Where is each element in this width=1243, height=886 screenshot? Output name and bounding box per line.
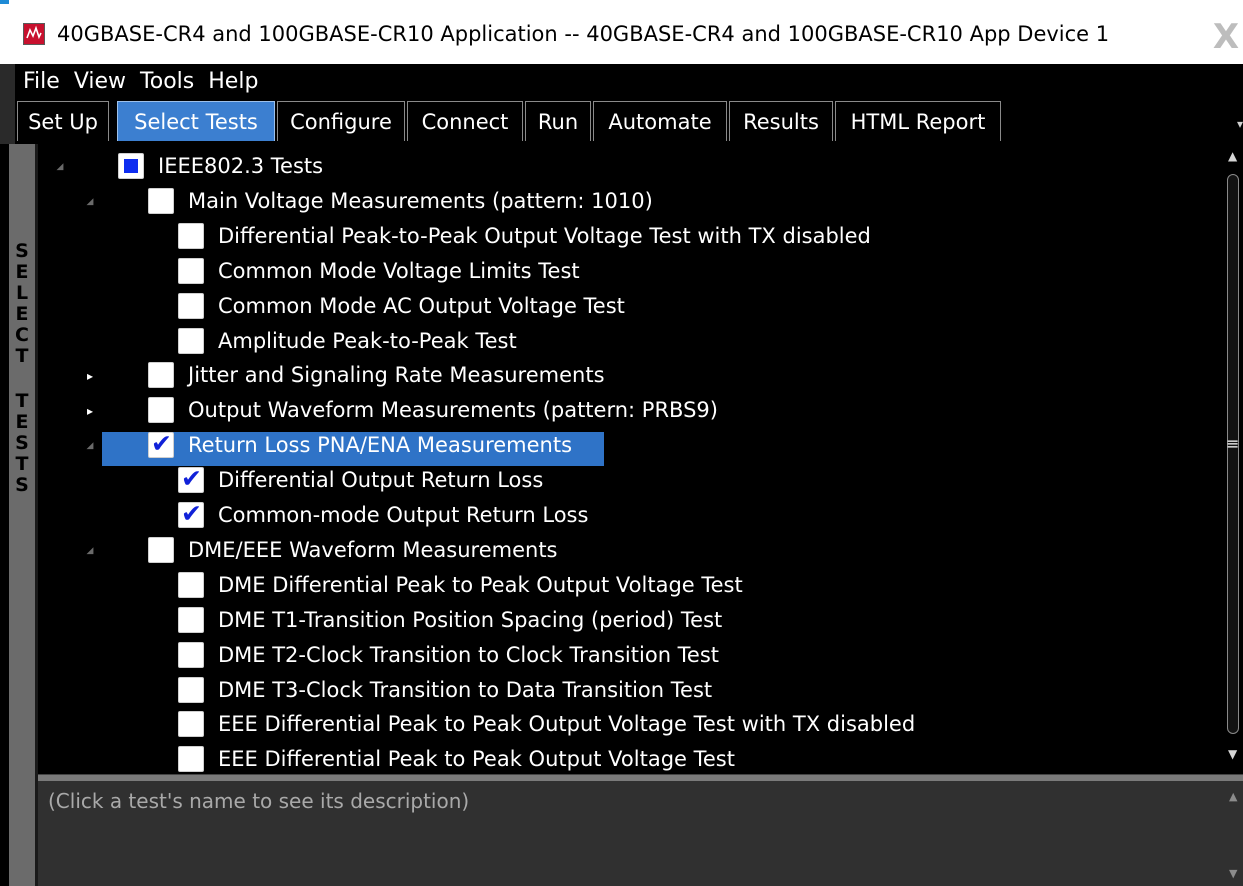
tree-item[interactable]: ▸ Output Waveform Measurements (pattern: …: [38, 394, 1218, 427]
tree-item[interactable]: DME T3-Clock Transition to Data Transiti…: [38, 674, 1218, 707]
description-panel: (Click a test's name to see its descript…: [38, 781, 1225, 886]
tree-item-label[interactable]: Output Waveform Measurements (pattern: P…: [188, 394, 718, 427]
collapse-arrow-icon[interactable]: ◢: [83, 439, 97, 453]
waveform-icon: [24, 24, 44, 44]
tree-checkbox[interactable]: [178, 711, 204, 737]
tree-checkbox[interactable]: [178, 746, 204, 772]
tree-checkbox[interactable]: [178, 642, 204, 668]
menu-help[interactable]: Help: [201, 64, 265, 99]
menu-tools[interactable]: Tools: [133, 64, 201, 99]
tab-configure[interactable]: Configure: [277, 101, 405, 141]
tree-item-label[interactable]: Return Loss PNA/ENA Measurements: [188, 429, 572, 462]
scroll-up-icon[interactable]: ▲: [1228, 149, 1237, 163]
tree-item-label[interactable]: Differential Peak-to-Peak Output Voltage…: [218, 220, 871, 253]
tree-item-label[interactable]: EEE Differential Peak to Peak Output Vol…: [218, 708, 915, 741]
tree-item[interactable]: ◢ DME/EEE Waveform Measurements: [38, 534, 1218, 567]
collapse-arrow-icon[interactable]: ◢: [53, 160, 67, 174]
tab-results[interactable]: Results: [729, 101, 833, 141]
tree-checkbox[interactable]: [178, 677, 204, 703]
description-scrollbar[interactable]: ▲ ▼: [1225, 781, 1243, 886]
tree-item-label[interactable]: DME Differential Peak to Peak Output Vol…: [218, 569, 743, 602]
tree-checkbox[interactable]: [148, 188, 174, 214]
menu-bar: File View Tools Help: [15, 64, 1243, 99]
check-icon: ✔: [151, 429, 172, 458]
tree-item[interactable]: Common Mode Voltage Limits Test: [38, 255, 1218, 288]
close-icon[interactable]: X: [1209, 17, 1243, 57]
tree-item[interactable]: EEE Differential Peak to Peak Output Vol…: [38, 708, 1218, 741]
collapse-arrow-icon[interactable]: ◢: [83, 544, 97, 558]
tree-item-label[interactable]: Differential Output Return Loss: [218, 464, 543, 497]
tree-item[interactable]: EEE Differential Peak to Peak Output Vol…: [38, 743, 1218, 774]
description-text: (Click a test's name to see its descript…: [48, 789, 470, 813]
window-title: 40GBASE-CR4 and 100GBASE-CR10 Applicatio…: [57, 22, 1110, 46]
tree-checkbox[interactable]: [178, 223, 204, 249]
scroll-down-icon[interactable]: ▼: [1228, 747, 1237, 761]
expand-arrow-icon[interactable]: ▸: [83, 404, 97, 418]
menu-file[interactable]: File: [15, 64, 67, 99]
tree-item[interactable]: DME T2-Clock Transition to Clock Transit…: [38, 639, 1218, 672]
tree-checkbox[interactable]: [178, 607, 204, 633]
tree-item[interactable]: Common Mode AC Output Voltage Test: [38, 290, 1218, 323]
tab-run[interactable]: Run: [525, 101, 591, 141]
check-icon: ✔: [181, 464, 202, 493]
check-icon: ✔: [181, 499, 202, 528]
tree-checkbox[interactable]: [178, 293, 204, 319]
tree-item[interactable]: ✔ Common-mode Output Return Loss: [38, 499, 1218, 532]
scroll-thumb[interactable]: [1227, 174, 1239, 734]
tree-item[interactable]: ✔ Differential Output Return Loss: [38, 464, 1218, 497]
tree-item[interactable]: ◢ Main Voltage Measurements (pattern: 101…: [38, 185, 1218, 218]
expand-arrow-icon[interactable]: ▸: [83, 369, 97, 383]
tab-automate[interactable]: Automate: [593, 101, 727, 141]
tree-item[interactable]: DME T1-Transition Position Spacing (peri…: [38, 604, 1218, 637]
tree-item-label[interactable]: EEE Differential Peak to Peak Output Vol…: [218, 743, 735, 774]
tree-item-label[interactable]: DME T1-Transition Position Spacing (peri…: [218, 604, 722, 637]
tree-item-label[interactable]: DME T3-Clock Transition to Data Transiti…: [218, 674, 712, 707]
collapse-arrow-icon[interactable]: ◢: [83, 195, 97, 209]
partial-mark-icon: [124, 159, 138, 173]
tree-item[interactable]: Differential Peak-to-Peak Output Voltage…: [38, 220, 1218, 253]
tree-item-label[interactable]: Common Mode Voltage Limits Test: [218, 255, 580, 288]
tree-item-label[interactable]: Main Voltage Measurements (pattern: 1010…: [188, 185, 653, 218]
tree-checkbox[interactable]: [178, 572, 204, 598]
tree-item[interactable]: Amplitude Peak-to-Peak Test: [38, 325, 1218, 358]
side-label-text: SELECTTESTS: [15, 240, 29, 496]
tree-item-label[interactable]: DME T2-Clock Transition to Clock Transit…: [218, 639, 719, 672]
tree-item[interactable]: ◢ ✔ Return Loss PNA/ENA Measurements: [38, 429, 1218, 462]
app-icon: [23, 23, 45, 45]
tree-checkbox[interactable]: ✔: [148, 429, 174, 458]
tree-item-label[interactable]: IEEE802.3 Tests: [158, 150, 323, 183]
tree-item-label[interactable]: Common-mode Output Return Loss: [218, 499, 588, 532]
tree-checkbox[interactable]: ✔: [178, 464, 204, 493]
tab-scroll-icon[interactable]: ▾: [1237, 117, 1243, 131]
tree-item[interactable]: ▸ Jitter and Signaling Rate Measurements: [38, 359, 1218, 392]
title-accent: [0, 0, 9, 4]
tab-bar: Set Up Select Tests Configure Connect Ru…: [15, 99, 1243, 144]
tree-item-label[interactable]: DME/EEE Waveform Measurements: [188, 534, 558, 567]
title-bar: 40GBASE-CR4 and 100GBASE-CR10 Applicatio…: [0, 0, 1243, 64]
tree-checkbox[interactable]: [118, 153, 144, 179]
desc-scroll-down-icon[interactable]: ▼: [1229, 867, 1237, 880]
tree-item-label[interactable]: Jitter and Signaling Rate Measurements: [188, 359, 605, 392]
tab-set-up[interactable]: Set Up: [17, 101, 109, 141]
tree-checkbox[interactable]: [148, 537, 174, 563]
tree-scrollbar[interactable]: ▲ ≡ ▼: [1225, 144, 1243, 774]
tree-item-label[interactable]: Amplitude Peak-to-Peak Test: [218, 325, 517, 358]
tree-checkbox[interactable]: [178, 258, 204, 284]
tab-html-report[interactable]: HTML Report: [835, 101, 1001, 141]
tree-checkbox[interactable]: [148, 362, 174, 388]
tree-checkbox[interactable]: [178, 328, 204, 354]
menu-view[interactable]: View: [67, 64, 133, 99]
desc-scroll-up-icon[interactable]: ▲: [1229, 790, 1237, 803]
tree-checkbox[interactable]: ✔: [178, 499, 204, 528]
tree-item[interactable]: DME Differential Peak to Peak Output Vol…: [38, 569, 1218, 602]
tab-select-tests[interactable]: Select Tests: [117, 101, 275, 141]
scroll-grip-icon: ≡: [1226, 434, 1240, 453]
tree-item-label[interactable]: Common Mode AC Output Voltage Test: [218, 290, 625, 323]
test-tree: ◢ IEEE802.3 Tests ◢ Main Voltage Measuremen…: [38, 144, 1225, 774]
tree-checkbox[interactable]: [148, 397, 174, 423]
tab-connect[interactable]: Connect: [407, 101, 523, 141]
tree-item[interactable]: ◢ IEEE802.3 Tests: [38, 150, 1218, 183]
